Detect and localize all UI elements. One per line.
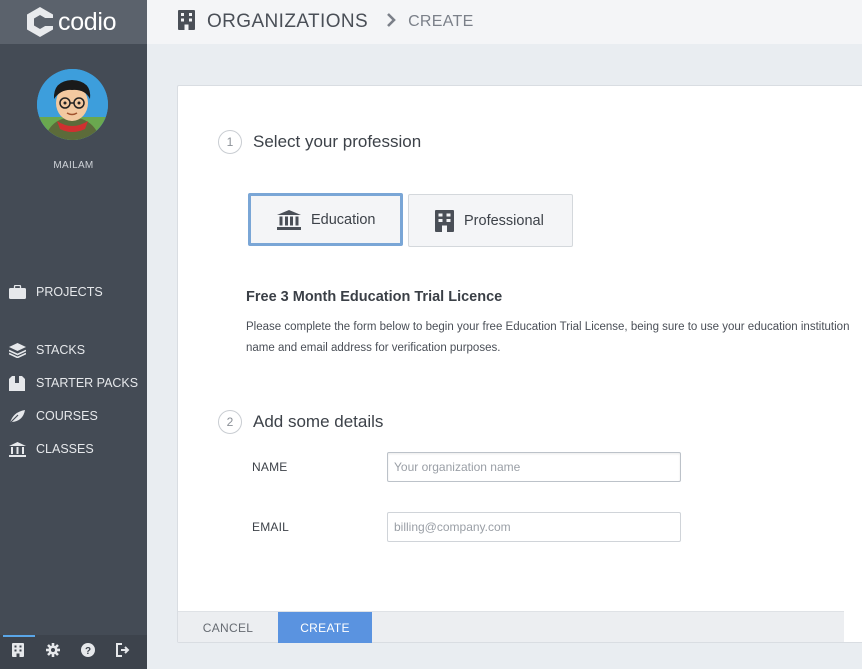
card-footer: CANCEL CREATE <box>178 611 844 643</box>
username: MAILAM <box>53 160 94 171</box>
settings-footer-button[interactable] <box>35 635 70 669</box>
page-header: ORGANIZATIONS CREATE <box>147 0 862 44</box>
breadcrumb: CREATE <box>408 13 474 30</box>
help-footer-button[interactable]: ? <box>70 635 105 669</box>
courses-icon <box>8 408 26 424</box>
codio-logo-icon <box>26 6 54 38</box>
sidebar-item-stacks[interactable]: STACKS <box>8 340 85 360</box>
sidebar-item-label: STARTER PACKS <box>36 376 139 390</box>
create-organization-card: 1 Select your profession Education Profe… <box>177 85 862 643</box>
gear-icon <box>45 642 60 662</box>
organization-name-input[interactable] <box>387 452 681 482</box>
sidebar: codio MAILAM PROJECTS STACKS STARTER PAC… <box>0 0 147 669</box>
create-button[interactable]: CREATE <box>278 612 372 643</box>
sidebar-footer: ? <box>0 635 147 669</box>
education-label: Education <box>311 211 376 228</box>
professional-button[interactable]: Professional <box>408 194 573 247</box>
professional-label: Professional <box>464 212 544 229</box>
trial-description: Please complete the form below to begin … <box>246 321 850 354</box>
stack-icon <box>8 342 26 358</box>
sidebar-item-classes[interactable]: CLASSES <box>8 439 94 459</box>
trial-title: Free 3 Month Education Trial Licence <box>246 289 503 305</box>
classes-icon <box>277 209 301 230</box>
chevron-right-icon <box>386 12 396 32</box>
cancel-button[interactable]: CANCEL <box>178 612 278 643</box>
active-indicator <box>3 635 35 637</box>
email-label: EMAIL <box>252 520 290 534</box>
sidebar-item-label: PROJECTS <box>36 285 103 299</box>
logo-text: codio <box>58 7 117 36</box>
sidebar-item-courses[interactable]: COURSES <box>8 406 98 426</box>
logout-icon <box>115 642 130 662</box>
svg-text:?: ? <box>84 646 90 657</box>
classes-icon <box>8 441 26 457</box>
logout-footer-button[interactable] <box>105 635 140 669</box>
step-number: 1 <box>218 130 242 154</box>
email-input[interactable] <box>387 512 681 542</box>
help-icon: ? <box>80 642 95 662</box>
step-title: Select your profession <box>253 132 422 151</box>
sidebar-item-label: COURSES <box>36 409 98 423</box>
sidebar-item-label: CLASSES <box>36 442 94 456</box>
step-number: 2 <box>218 410 242 434</box>
page-title[interactable]: ORGANIZATIONS <box>207 11 368 33</box>
organizations-footer-button[interactable] <box>0 635 35 669</box>
box-icon <box>8 375 26 391</box>
name-label: NAME <box>252 460 288 474</box>
building-icon <box>435 209 454 232</box>
avatar[interactable] <box>37 69 108 140</box>
logo[interactable]: codio <box>0 0 147 44</box>
step-title: Add some details <box>253 412 384 431</box>
sidebar-item-starter-packs[interactable]: STARTER PACKS <box>8 373 138 393</box>
building-icon <box>11 642 24 662</box>
briefcase-icon <box>8 284 26 300</box>
sidebar-item-projects[interactable]: PROJECTS <box>8 282 103 302</box>
sidebar-item-label: STACKS <box>36 343 86 357</box>
building-icon <box>178 9 195 35</box>
education-button[interactable]: Education <box>248 193 403 246</box>
